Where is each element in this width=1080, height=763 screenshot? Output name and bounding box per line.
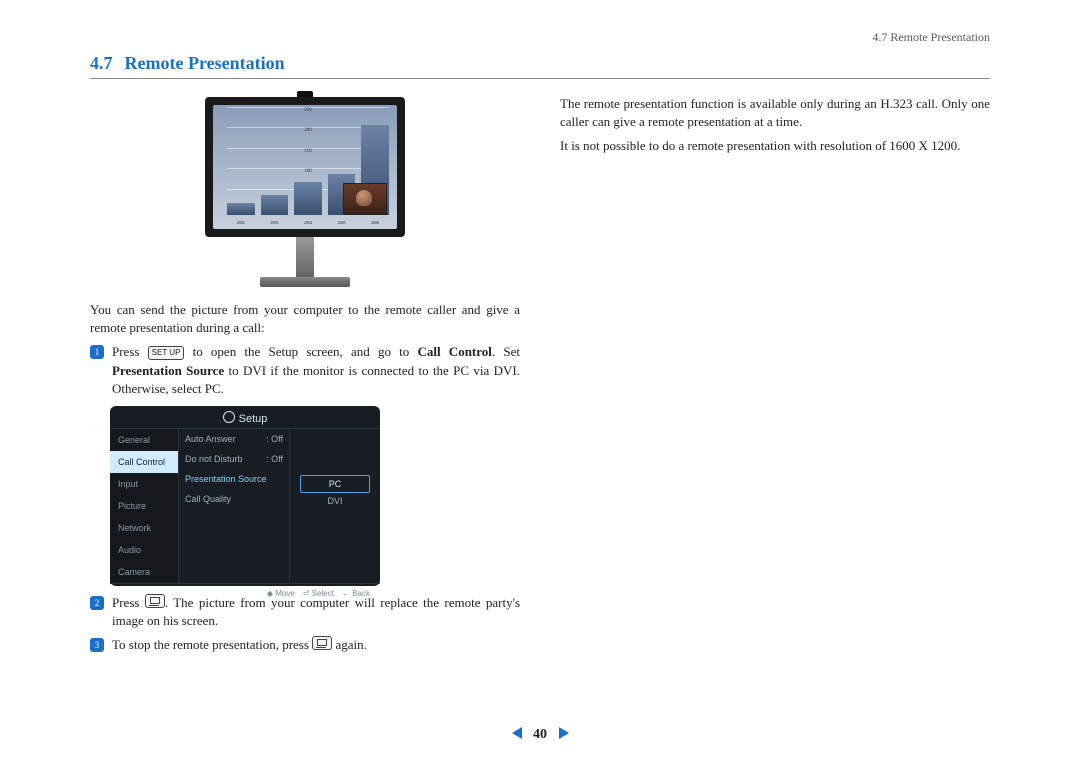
running-header: 4.7 Remote Presentation [90,30,990,45]
osd-setting-row: Call Quality [179,489,289,509]
step-1: 1 Press SET UP to open the Setup screen,… [90,343,520,398]
osd-option: DVI [300,493,370,509]
picture-in-picture [343,183,387,215]
step-2: 2 Press . The picture from your computer… [90,594,520,630]
osd-left-item: Camera [110,561,178,583]
monitor-illustration: 50100150200250 20022003200420052006 [90,97,520,287]
presentation-key-icon [145,594,165,608]
osd-setting-row: Auto Answer: Off [179,429,289,449]
osd-option: PC [300,475,370,493]
note-paragraph-1: The remote presentation function is avai… [560,95,990,131]
next-page-icon[interactable] [559,727,569,739]
page-navigation: 40 [0,727,1080,743]
section-number: 4.7 [90,53,113,73]
step-badge-2: 2 [90,596,104,610]
presentation-key-icon [312,636,332,650]
gear-icon [223,411,235,423]
osd-title: Setup [110,406,380,428]
intro-paragraph: You can send the picture from your compu… [90,301,520,337]
osd-left-item: General [110,429,178,451]
osd-setting-row: Presentation Source [179,469,289,489]
note-paragraph-2: It is not possible to do a remote presen… [560,137,990,155]
step-badge-1: 1 [90,345,104,359]
setup-osd-screenshot: Setup GeneralCall ControlInputPictureNet… [110,406,380,586]
section-title-text: Remote Presentation [125,53,285,73]
section-heading: 4.7 Remote Presentation [90,53,990,79]
setup-key: SET UP [148,346,185,360]
prev-page-icon[interactable] [512,727,522,739]
chart-bar [294,182,322,215]
step-3: 3 To stop the remote presentation, press… [90,636,520,654]
step-badge-3: 3 [90,638,104,652]
osd-left-item: Audio [110,539,178,561]
osd-left-item: Call Control [110,451,178,473]
osd-setting-row: Do not Disturb: Off [179,449,289,469]
osd-left-item: Picture [110,495,178,517]
chart-bar [227,203,255,215]
osd-left-item: Network [110,517,178,539]
osd-left-item: Input [110,473,178,495]
page-number: 40 [533,727,547,742]
chart-bar [261,195,289,215]
